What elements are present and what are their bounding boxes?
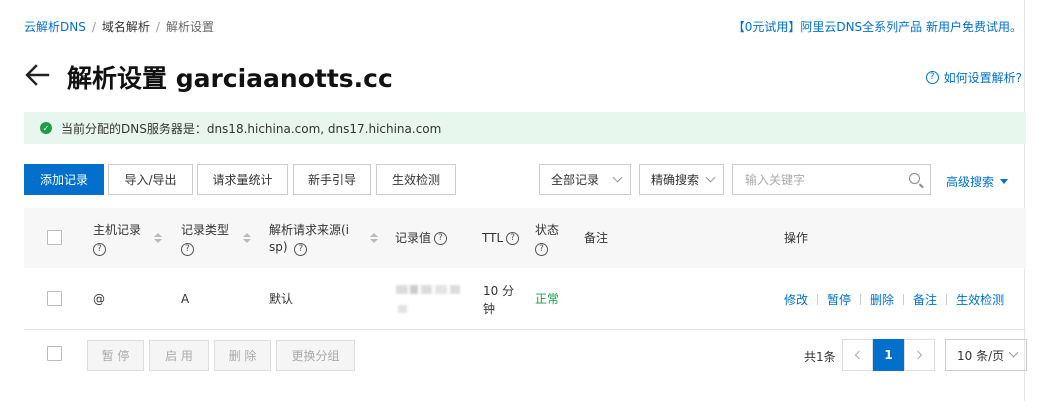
- question-icon: ?: [535, 243, 548, 256]
- right-panel-edge: [1024, 0, 1050, 401]
- column-source-label: 解析请求来源(isp): [269, 223, 350, 254]
- column-type[interactable]: 记录类型 ?: [181, 222, 229, 256]
- caret-down-icon: [1000, 179, 1009, 184]
- help-label: 如何设置解析?: [943, 71, 1022, 85]
- breadcrumb-domain-parse[interactable]: 域名解析: [102, 20, 150, 34]
- check-circle-icon: ✓: [40, 122, 52, 134]
- column-host[interactable]: 主机记录 ?: [93, 222, 141, 256]
- column-host-label: 主机记录: [93, 223, 142, 237]
- question-icon: ?: [925, 71, 939, 84]
- chevron-left-icon: [854, 350, 864, 360]
- breadcrumb-current: 解析设置: [165, 20, 214, 34]
- row-actions: 修改 暂停 删除 备注 生效检测: [784, 291, 1004, 308]
- question-icon: ?: [93, 243, 106, 256]
- breadcrumb-dns[interactable]: 云解析DNS: [24, 20, 86, 34]
- chevron-right-icon: [913, 350, 923, 360]
- table-header: 主机记录 ? 记录类型 ? 解析请求来源(isp) ? 记录值 ? TTL ? …: [24, 208, 1026, 268]
- ttl-cell: 10 分钟: [483, 284, 515, 316]
- page-button-current[interactable]: 1: [873, 339, 904, 371]
- column-remark: 备注: [584, 231, 609, 245]
- column-type-label: 记录类型: [181, 223, 230, 237]
- search-icon[interactable]: [909, 173, 920, 184]
- column-value-label: 记录值: [395, 231, 432, 245]
- remark-link[interactable]: 备注: [913, 291, 937, 308]
- help-link[interactable]: ? 如何设置解析?: [925, 69, 1022, 86]
- import-export-button[interactable]: 导入/导出: [108, 164, 193, 195]
- bulk-pause-button[interactable]: 暂 停: [87, 340, 144, 371]
- request-stats-button[interactable]: 请求量统计: [197, 164, 288, 195]
- select-all-checkbox[interactable]: [47, 230, 62, 245]
- effect-check-button[interactable]: 生效检测: [376, 164, 456, 195]
- question-icon: ?: [434, 232, 448, 245]
- beginner-guide-button[interactable]: 新手引导: [293, 164, 371, 195]
- bulk-select-checkbox[interactable]: [47, 346, 62, 361]
- status-badge: 正常: [535, 292, 560, 306]
- advanced-search-toggle[interactable]: 高级搜索: [946, 173, 1009, 190]
- edit-link[interactable]: 修改: [784, 291, 808, 308]
- keyword-search-input[interactable]: 输入关键字: [732, 164, 931, 195]
- column-status-label: 状态: [535, 223, 560, 237]
- column-ttl-label: TTL: [482, 231, 504, 245]
- chevron-down-icon: [705, 172, 716, 183]
- chevron-down-icon: [612, 172, 623, 183]
- question-icon: ?: [181, 243, 194, 256]
- advanced-search-label: 高级搜索: [946, 175, 995, 189]
- delete-link[interactable]: 删除: [870, 291, 894, 308]
- row-checkbox[interactable]: [47, 291, 62, 306]
- column-source[interactable]: 解析请求来源(isp) ?: [269, 222, 351, 256]
- table-row: @ A 默认 10 分钟 正常 修改 暂停 删除 备注 生效检测: [24, 268, 1026, 330]
- question-icon: ?: [506, 232, 520, 245]
- page-size-select[interactable]: 10 条/页: [945, 339, 1027, 371]
- add-record-button[interactable]: 添加记录: [24, 164, 104, 195]
- type-cell: A: [181, 292, 190, 306]
- total-count: 共1条: [804, 350, 836, 364]
- column-value: 记录值 ?: [395, 230, 452, 247]
- next-page-button[interactable]: [904, 339, 935, 371]
- chevron-down-icon: [1008, 347, 1019, 358]
- promo-link[interactable]: 【0元试用】阿里云DNS全系列产品 新用户免费试用。: [733, 18, 1022, 35]
- column-actions: 操作: [784, 231, 809, 245]
- column-ttl: TTL ?: [482, 230, 524, 247]
- source-cell: 默认: [269, 292, 294, 306]
- record-filter-value: 全部记录: [551, 173, 600, 187]
- search-mode-select[interactable]: 精确搜索: [639, 164, 724, 195]
- page-title: 解析设置 garciaanotts.cc: [67, 64, 393, 93]
- notice-text: 当前分配的DNS服务器是：dns18.hichina.com, dns17.hi…: [61, 121, 442, 136]
- back-arrow-icon[interactable]: [24, 60, 50, 90]
- prev-page-button[interactable]: [842, 339, 873, 371]
- effect-check-link[interactable]: 生效检测: [956, 291, 1004, 308]
- bulk-delete-button[interactable]: 删 除: [214, 340, 271, 371]
- page-size-value: 10 条/页: [957, 348, 1005, 363]
- pause-link[interactable]: 暂停: [827, 291, 851, 308]
- bulk-enable-button[interactable]: 启 用: [149, 340, 209, 371]
- search-mode-value: 精确搜索: [651, 173, 700, 187]
- change-group-button[interactable]: 更换分组: [276, 340, 355, 371]
- host-cell: @: [93, 292, 105, 306]
- breadcrumb: 云解析DNS / 域名解析 / 解析设置: [24, 20, 214, 34]
- record-filter-select[interactable]: 全部记录: [539, 164, 631, 195]
- dns-server-notice: ✓ 当前分配的DNS服务器是：dns18.hichina.com, dns17.…: [24, 112, 1026, 144]
- column-status: 状态 ?: [535, 222, 559, 256]
- search-placeholder: 输入关键字: [745, 173, 806, 187]
- question-icon: ?: [294, 243, 308, 256]
